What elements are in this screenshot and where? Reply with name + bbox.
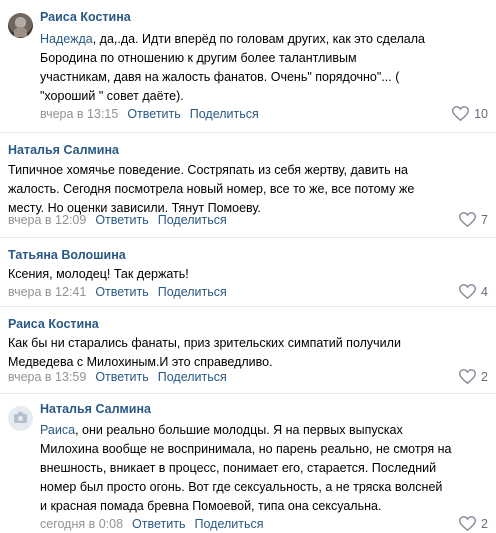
heart-icon bbox=[459, 284, 477, 299]
comment-text: Как бы ни старались фанаты, приз зритель… bbox=[8, 334, 488, 372]
text-line: жалость. Сегодня посмотрела новый номер,… bbox=[8, 182, 415, 196]
heart-icon bbox=[459, 516, 477, 531]
reply-link[interactable]: Ответить bbox=[95, 213, 148, 227]
mention-link[interactable]: Раиса bbox=[40, 423, 75, 437]
comment-time[interactable]: вчера в 12:09 bbox=[8, 213, 86, 227]
text-line: Как бы ни старались фанаты, приз зритель… bbox=[8, 336, 401, 350]
heart-icon bbox=[459, 212, 477, 227]
like-button[interactable]: 4 bbox=[459, 284, 488, 299]
comment-text: Типичное хомячье поведение. Состряпать и… bbox=[8, 161, 488, 218]
text-line: Типичное хомячье поведение. Состряпать и… bbox=[8, 163, 408, 177]
comment: Раиса Костина Как бы ни старались фанаты… bbox=[0, 307, 496, 394]
comment-meta: сегодня в 0:08 Ответить Поделиться bbox=[40, 517, 264, 531]
comment-author[interactable]: Раиса Костина bbox=[40, 10, 131, 24]
like-button[interactable]: 7 bbox=[459, 212, 488, 227]
share-link[interactable]: Поделиться bbox=[158, 370, 227, 384]
comment-time[interactable]: сегодня в 0:08 bbox=[40, 517, 123, 531]
camera-icon-lens bbox=[18, 416, 23, 421]
text-line: и красная помада бревна Помоевой, типа о… bbox=[40, 499, 382, 513]
share-link[interactable]: Поделиться bbox=[190, 107, 259, 121]
text-line: Бородина по отношению к другим более тал… bbox=[40, 51, 357, 65]
comment-text: Ксения, молодец! Так держать! bbox=[8, 265, 488, 284]
text-line-part: , да,.да. Идти вперёд по головам других,… bbox=[92, 32, 425, 46]
like-count: 10 bbox=[474, 106, 488, 121]
heart-icon bbox=[459, 369, 477, 384]
comment-meta: вчера в 13:59 Ответить Поделиться bbox=[8, 370, 227, 384]
mention-link[interactable]: Надежда bbox=[40, 32, 93, 46]
heart-icon bbox=[452, 106, 470, 121]
comment-time[interactable]: вчера в 13:59 bbox=[8, 370, 86, 384]
like-button[interactable]: 2 bbox=[459, 369, 488, 384]
like-count: 4 bbox=[481, 284, 488, 299]
text-line: Милохина вообще не воспринимала, но паре… bbox=[40, 442, 452, 456]
comment-author[interactable]: Наталья Салмина bbox=[8, 143, 119, 157]
comment-author[interactable]: Татьяна Волошина bbox=[8, 248, 126, 262]
text-line: Надежда, да,.да. Идти вперёд по головам … bbox=[40, 30, 488, 49]
text-line: Раиса, они реально большие молодцы. Я на… bbox=[40, 421, 488, 440]
comment-author[interactable]: Наталья Салмина bbox=[40, 402, 151, 416]
share-link[interactable]: Поделиться bbox=[194, 517, 263, 531]
reply-link[interactable]: Ответить bbox=[95, 285, 148, 299]
comment-text: Раиса, они реально большие молодцы. Я на… bbox=[40, 421, 488, 516]
comment: Наталья Салмина Раиса, они реально больш… bbox=[0, 394, 496, 533]
like-count: 2 bbox=[481, 369, 488, 384]
avatar[interactable] bbox=[8, 13, 33, 38]
comments-feed: Раиса Костина Надежда, да,.да. Идти впер… bbox=[0, 0, 496, 533]
comment-meta: вчера в 13:15 Ответить Поделиться bbox=[40, 107, 259, 121]
reply-link[interactable]: Ответить bbox=[127, 107, 180, 121]
comment-text: Надежда, да,.да. Идти вперёд по головам … bbox=[40, 30, 488, 106]
share-link[interactable]: Поделиться bbox=[158, 285, 227, 299]
text-line: Ксения, молодец! Так держать! bbox=[8, 267, 189, 281]
share-link[interactable]: Поделиться bbox=[158, 213, 227, 227]
comment-time[interactable]: вчера в 12:41 bbox=[8, 285, 86, 299]
comment-meta: вчера в 12:41 Ответить Поделиться bbox=[8, 285, 227, 299]
text-line: номер был просто огонь. Вот где сексуаль… bbox=[40, 480, 443, 494]
reply-link[interactable]: Ответить bbox=[132, 517, 185, 531]
comment-author[interactable]: Раиса Костина bbox=[8, 317, 99, 331]
reply-link[interactable]: Ответить bbox=[95, 370, 148, 384]
text-line: внешность, вникает в процесс, понимает е… bbox=[40, 461, 437, 475]
like-count: 7 bbox=[481, 212, 488, 227]
like-button[interactable]: 10 bbox=[452, 106, 488, 121]
avatar[interactable] bbox=[8, 406, 33, 431]
comment: Раиса Костина Надежда, да,.да. Идти впер… bbox=[0, 0, 496, 133]
comment: Наталья Салмина Типичное хомячье поведен… bbox=[0, 133, 496, 238]
comment-time[interactable]: вчера в 13:15 bbox=[40, 107, 118, 121]
like-button[interactable]: 2 bbox=[459, 516, 488, 531]
comment: Татьяна Волошина Ксения, молодец! Так де… bbox=[0, 238, 496, 307]
comment-meta: вчера в 12:09 Ответить Поделиться bbox=[8, 213, 227, 227]
text-line: "хороший " совет даёте). bbox=[40, 89, 184, 103]
text-line-part: , они реально большие молодцы. Я на перв… bbox=[75, 423, 403, 437]
text-line: участникам, давя на жалость фанатов. Оче… bbox=[40, 70, 400, 84]
like-count: 2 bbox=[481, 516, 488, 531]
